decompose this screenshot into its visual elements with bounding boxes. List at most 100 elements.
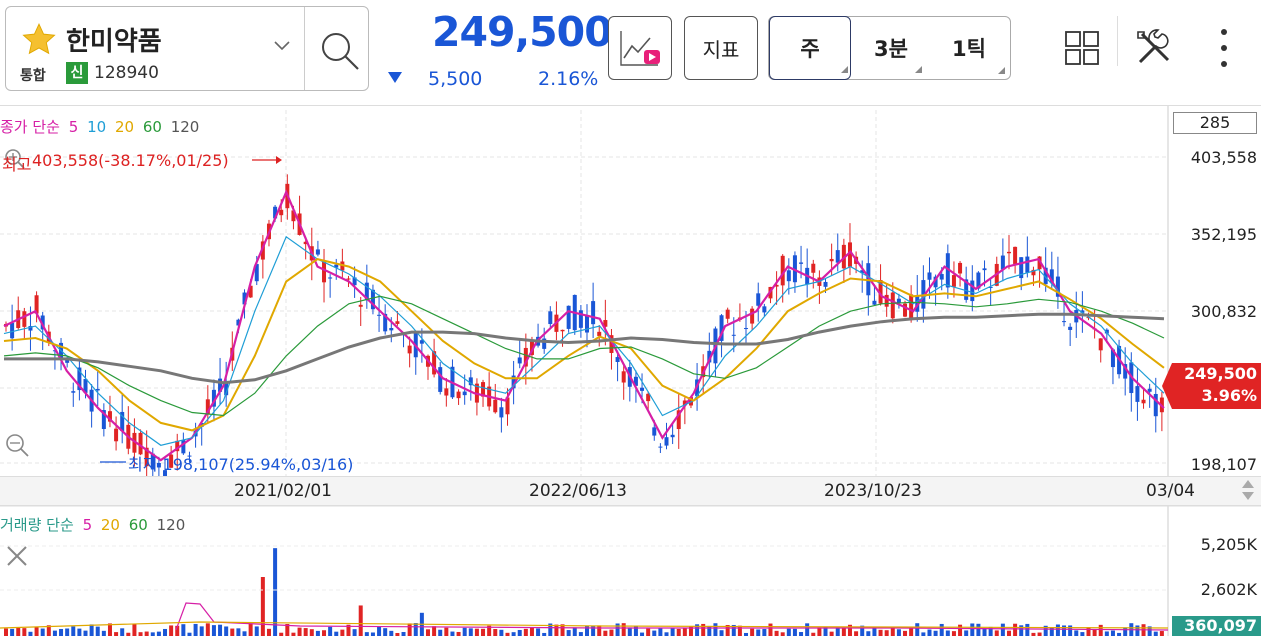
header: 한미약품 통합 신 128940 249,500 5,500 2.16% 지표 … [0, 0, 1261, 106]
volume-bar [10, 628, 15, 636]
volume-bar [1013, 623, 1018, 636]
candle-body [10, 322, 15, 339]
current-volume-tag: 360,097 [1172, 616, 1261, 636]
candle-body [1000, 255, 1005, 270]
volume-bar [407, 623, 412, 636]
candle-body [1025, 256, 1030, 273]
volume-bar [1098, 624, 1103, 636]
low-price-label: 최저 198,107(25.94%,03/16) [128, 455, 354, 474]
candle-body [884, 294, 889, 307]
ma-legend-60: 60 [142, 118, 162, 136]
ma-line-0 [3, 189, 1165, 462]
tools-icon[interactable] [1134, 28, 1174, 68]
volume-bar [481, 628, 486, 636]
volume-bar [242, 631, 247, 636]
period-week-button[interactable]: 주 [769, 16, 851, 80]
candle-body [71, 391, 76, 393]
volume-bar [1110, 630, 1115, 636]
candle-body [835, 250, 840, 263]
down-triangle-icon [388, 72, 402, 83]
candle-body [493, 399, 498, 413]
volume-bar [646, 628, 651, 636]
candle-body [750, 308, 755, 324]
volume-bar [835, 627, 840, 636]
volume-bar [236, 628, 241, 636]
volume-bar [468, 628, 473, 636]
volume-bar [438, 629, 443, 636]
y-label-2: 352,195 [1190, 225, 1257, 244]
volume-bar [609, 629, 614, 636]
candle-body [811, 263, 816, 273]
volume-bar [1049, 627, 1054, 636]
volume-bar [1092, 629, 1097, 636]
vol-legend-120: 120 [156, 516, 186, 534]
volume-bar [805, 623, 810, 636]
favorite-star-icon[interactable] [20, 21, 58, 59]
candle-body [970, 280, 975, 302]
zoom-out-icon[interactable] [4, 432, 30, 458]
chart-video-icon [620, 31, 660, 66]
candle-body [652, 427, 657, 436]
volume-bar [970, 623, 975, 636]
volume-bar [909, 628, 914, 636]
close-icon[interactable] [5, 544, 29, 568]
volume-bar [799, 632, 804, 636]
volume-bar [328, 626, 333, 636]
volume-bar [529, 627, 534, 636]
chevron-down-icon[interactable] [272, 39, 292, 53]
period-1tick-button[interactable]: 1틱 [933, 17, 1005, 79]
volume-bar [511, 632, 516, 636]
volume-bar [578, 632, 583, 636]
volume-bar [224, 626, 229, 636]
change-rate: 2.16% [538, 68, 599, 90]
volume-bar [676, 628, 681, 636]
volume-bar [566, 630, 571, 636]
volume-bar [40, 628, 45, 636]
volume-bar [829, 631, 834, 636]
stock-selector[interactable]: 한미약품 통합 신 128940 [5, 6, 369, 91]
vol-legend-60: 60 [128, 516, 148, 534]
candle-body [725, 309, 730, 319]
volume-bar [903, 630, 908, 636]
volume-bar [719, 630, 724, 636]
candle-body [389, 328, 394, 331]
volume-bar [89, 624, 94, 636]
volume-bar [994, 630, 999, 636]
candle-body [566, 305, 571, 329]
volume-bar [352, 629, 357, 636]
volume-legend: 거래량 단순 5 20 60 120 [0, 514, 189, 535]
candle-body [951, 275, 956, 287]
volume-bar [254, 626, 259, 636]
volume-bar [425, 629, 430, 636]
volume-bar [193, 623, 198, 636]
vol-legend-5: 5 [82, 516, 93, 534]
volume-bar [65, 628, 70, 636]
volume-bar [927, 629, 932, 636]
x-label-2: 2022/06/13 [529, 481, 627, 501]
candle-body [829, 258, 834, 262]
price-change: 5,500 [428, 68, 483, 90]
volume-bar [1080, 632, 1085, 636]
indicator-button[interactable]: 지표 [684, 16, 758, 80]
volume-bar [150, 632, 155, 636]
volume-bar [462, 627, 467, 636]
volume-bar [523, 628, 528, 636]
volume-bar [59, 628, 64, 636]
volume-legend-prefix: 거래량 단순 [0, 516, 74, 534]
price-chart[interactable] [0, 106, 1261, 636]
volume-bar [163, 628, 168, 636]
candle-body [799, 262, 804, 264]
stock-name: 한미약품 [66, 27, 162, 57]
volume-bar [156, 631, 161, 636]
chart-video-button[interactable] [608, 16, 672, 80]
volume-bar [872, 628, 877, 636]
more-menu-icon[interactable] [1212, 26, 1236, 70]
candle-body [322, 261, 327, 283]
scroll-updown-icon[interactable] [1240, 478, 1256, 502]
x-label-4: 03/04 [1146, 481, 1195, 501]
volume-bar [817, 627, 822, 636]
volume-bar [915, 623, 920, 636]
layout-grid-icon[interactable] [1064, 30, 1100, 66]
search-icon[interactable] [318, 29, 362, 73]
volume-bar [951, 631, 956, 636]
